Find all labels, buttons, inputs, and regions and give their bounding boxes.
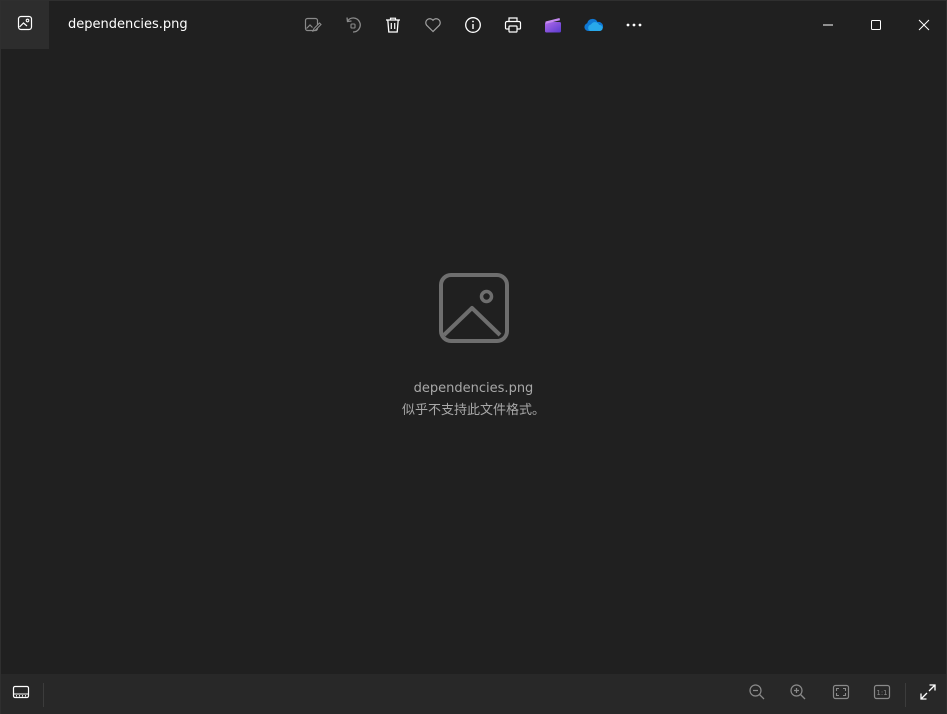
zoom-in-icon bbox=[789, 683, 807, 705]
info-icon bbox=[464, 16, 482, 34]
divider bbox=[43, 683, 44, 707]
window-title: dependencies.png bbox=[68, 17, 188, 32]
close-icon bbox=[918, 16, 930, 35]
trash-icon bbox=[384, 16, 402, 34]
actual-size-button[interactable]: 1:1 bbox=[867, 680, 897, 708]
unsupported-image-icon bbox=[438, 272, 512, 346]
delete-button[interactable] bbox=[377, 9, 409, 41]
edit-image-button[interactable] bbox=[297, 9, 329, 41]
app-icon-tile[interactable] bbox=[1, 1, 49, 49]
expand-icon bbox=[919, 683, 937, 705]
filmstrip-icon bbox=[12, 684, 30, 704]
more-button[interactable] bbox=[618, 9, 650, 41]
onedrive-button[interactable] bbox=[577, 9, 609, 41]
fit-icon bbox=[832, 684, 850, 704]
heart-icon bbox=[424, 16, 442, 34]
rotate-button[interactable] bbox=[337, 9, 369, 41]
title-bar: dependencies.png bbox=[1, 1, 946, 49]
bottom-toolbar: 1:1 bbox=[1, 674, 946, 714]
filmstrip-button[interactable] bbox=[6, 680, 36, 708]
maximize-icon bbox=[870, 16, 882, 35]
maximize-button[interactable] bbox=[852, 1, 900, 49]
printer-icon bbox=[504, 16, 522, 34]
photos-window: dependencies.png dependencies.png 似乎不支持此… bbox=[0, 0, 947, 714]
zoom-in-button[interactable] bbox=[783, 680, 813, 708]
close-button[interactable] bbox=[900, 1, 947, 49]
photos-app-icon bbox=[17, 15, 33, 35]
zoom-out-button[interactable] bbox=[742, 680, 772, 708]
file-name-label: dependencies.png bbox=[413, 381, 534, 396]
favorite-button[interactable] bbox=[417, 9, 449, 41]
minimize-icon bbox=[822, 16, 834, 35]
print-button[interactable] bbox=[497, 9, 529, 41]
more-icon bbox=[625, 16, 643, 34]
clipchamp-icon bbox=[544, 16, 562, 34]
edit-image-icon bbox=[304, 16, 322, 34]
info-button[interactable] bbox=[457, 9, 489, 41]
onedrive-icon bbox=[582, 17, 604, 33]
minimize-button[interactable] bbox=[804, 1, 852, 49]
one-to-one-icon: 1:1 bbox=[873, 684, 891, 704]
fit-to-window-button[interactable] bbox=[826, 680, 856, 708]
fullscreen-button[interactable] bbox=[913, 680, 943, 708]
zoom-out-icon bbox=[748, 683, 766, 705]
divider bbox=[905, 683, 906, 707]
actual-size-label: 1:1 bbox=[876, 689, 887, 697]
unsupported-format-message: 似乎不支持此文件格式。 bbox=[401, 403, 545, 418]
clipchamp-button[interactable] bbox=[537, 9, 569, 41]
rotate-icon bbox=[344, 16, 362, 34]
